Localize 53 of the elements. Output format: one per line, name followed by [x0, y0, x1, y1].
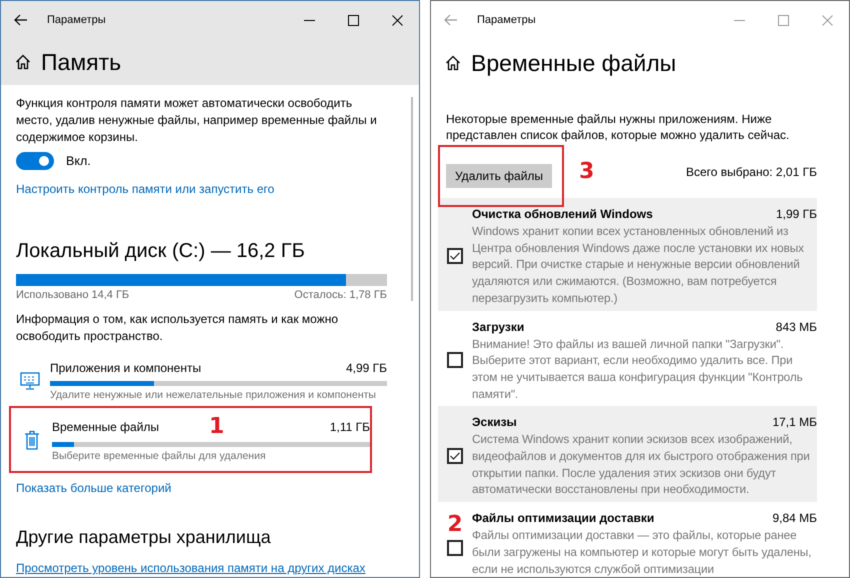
category-size: 1,11 ГБ [330, 419, 370, 436]
window-title: Параметры [47, 14, 107, 26]
free-label: Осталось: 1,78 ГБ [294, 288, 387, 303]
file-category-description: Система Windows хранит копии эскизов всех изображений, видеофайлов и документов для их быстрого отображения при открытии папки. После удаления этих эскизов они будут автоматически восстановлены при необходимости. [472, 431, 811, 498]
used-label: Использовано 14,4 ГБ [16, 288, 130, 303]
file-category-name: Файлы оптимизации доставки [472, 510, 654, 528]
annotation-number: 3 [579, 160, 594, 182]
home-icon[interactable] [15, 54, 31, 70]
checkbox[interactable] [447, 352, 463, 368]
toggle-switch[interactable] [16, 152, 54, 170]
trash-icon [24, 430, 40, 450]
file-category-description: Файлы оптимизации доставки — это файлы, которые ранее были загружены на компьютер и которые могут быть удалены, если не используются службой оптимизации [472, 527, 812, 577]
page-heading: Временные файлы [471, 50, 676, 76]
category-description: Выберите временные файлы для удаления [52, 449, 267, 464]
window-title: Параметры [477, 14, 537, 26]
toggle-label: Вкл. [66, 154, 91, 168]
category-description: Удалите ненужные или нежелательные приложения и компоненты [50, 388, 377, 403]
file-category-name: Эскизы [472, 414, 517, 432]
back-arrow-icon[interactable] [14, 14, 28, 26]
annotation-number: 2 [447, 514, 463, 536]
annotation-number: 1 [209, 416, 224, 438]
description-text: Функция контроля памяти может автоматически освободить место, удалив ненужные файлы, например временные файлы и содержимое корзины. [16, 95, 378, 146]
close-icon[interactable] [392, 14, 402, 26]
file-category-name: Загрузки [472, 318, 524, 336]
file-category-size: 9,84 МБ [772, 510, 817, 528]
maximize-icon[interactable] [348, 14, 358, 26]
checkbox[interactable] [447, 540, 463, 556]
category-name[interactable]: Приложения и компоненты [50, 359, 202, 377]
description-text: Некоторые временные файлы нужны приложениям. Ниже представлен список файлов, которые можно удалить сейчас. [446, 111, 790, 143]
check-icon [450, 252, 460, 260]
category-size: 4,99 ГБ [346, 360, 387, 377]
file-category-size: 1,99 ГБ [776, 206, 817, 223]
checkbox[interactable] [447, 448, 463, 464]
scrollbar[interactable] [411, 97, 413, 301]
other-drives-link[interactable]: Просмотреть уровень использования памяти на других дисках [16, 561, 366, 575]
file-category-name: Очистка обновлений Windows [472, 206, 653, 223]
home-icon[interactable] [445, 55, 461, 71]
more-categories-link[interactable]: Показать больше категорий [16, 481, 172, 495]
disk-title: Локальный диск (C:) — 16,2 ГБ [16, 239, 306, 264]
total-selected: Всего выбрано: 2,01 ГБ [686, 164, 817, 178]
section-title: Другие параметры хранилища [16, 526, 272, 549]
settings-link[interactable]: Настроить контроль памяти или запустить его [16, 182, 274, 196]
file-category-size: 17,1 МБ [772, 414, 817, 432]
checkbox[interactable] [447, 248, 463, 264]
check-icon [450, 452, 460, 460]
page-heading: Память [41, 48, 122, 76]
file-category-description: Внимание! Это файлы из вашей личной папки "Загрузки". Выберите этот вариант, если необходимо удалить все. При этом не учитывается ваша конфигурация функции "Контроль памяти". [472, 336, 804, 402]
file-category-size: 843 МБ [776, 318, 817, 336]
category-name[interactable]: Временные файлы [52, 418, 160, 436]
file-category-description: Windows хранит копии всех установленных обновлений из Центра обновления Windows даже после установки их новых версий. При очистке старые и ненужные версии обновлений удаляются или сжимаются. (Возможно, вам потребуется перезагрузить компьютер.) [472, 223, 805, 307]
delete-files-button[interactable]: Удалить файлы [446, 164, 552, 188]
info-text: Информация о том, как используется память и как можно освободить пространство. [16, 311, 340, 345]
monitor-icon [20, 372, 40, 390]
